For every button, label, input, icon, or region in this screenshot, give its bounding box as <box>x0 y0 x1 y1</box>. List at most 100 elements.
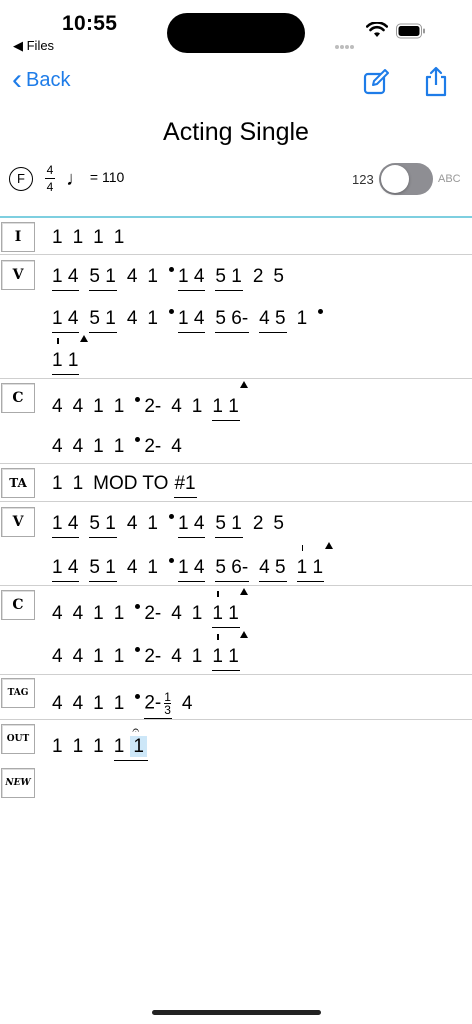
chord[interactable]: 1 <box>93 396 104 418</box>
chord-group[interactable]: 4 5 <box>259 308 287 333</box>
chord[interactable]: 4 <box>171 603 182 625</box>
chord-group[interactable]: 2- 1 3 <box>144 691 172 719</box>
chord-group[interactable]: 1 4 <box>52 557 80 582</box>
chord[interactable]: 1 <box>93 436 104 458</box>
chord-line[interactable]: 1 1 <box>52 335 89 375</box>
selected-chord[interactable]: 𝄐 1 <box>130 723 147 757</box>
chord[interactable]: 4 <box>73 646 84 668</box>
section-label-chorus[interactable]: C <box>1 383 35 413</box>
chord[interactable]: 1 <box>52 227 63 249</box>
chord[interactable]: 1 <box>114 693 125 715</box>
section-label-intro[interactable]: I <box>1 222 35 252</box>
new-section-button[interactable]: NEW <box>1 768 35 798</box>
chord[interactable]: 5 <box>273 513 284 535</box>
chord[interactable]: 2 <box>253 513 264 535</box>
chord-line[interactable]: 1 1 1 1 𝄐 1 <box>52 723 158 761</box>
chord[interactable]: 1 <box>114 436 125 458</box>
chord-group[interactable]: 5 6- <box>215 557 250 582</box>
chord[interactable]: 4 <box>52 396 63 418</box>
chord[interactable]: 5 <box>273 266 284 288</box>
compose-icon[interactable] <box>362 68 390 96</box>
chord[interactable]: 4 <box>52 693 63 715</box>
chord[interactable]: 1 <box>114 396 125 418</box>
chord-group[interactable]: 5 1 <box>89 513 117 538</box>
chord-line[interactable]: 4 4 1 1 2- 4 1 1 1 <box>52 381 250 421</box>
split-chord[interactable]: 13 <box>164 691 171 716</box>
chord[interactable]: 4 <box>171 436 182 458</box>
chord[interactable]: 4 <box>52 603 63 625</box>
section-label-turnaround[interactable]: TA <box>1 468 35 498</box>
chord[interactable]: 4 <box>127 513 138 535</box>
notation-toggle[interactable] <box>379 163 433 195</box>
chord-line[interactable]: 4 4 1 1 2- 4 1 1 1 <box>52 588 250 628</box>
chord[interactable]: 1 <box>147 266 158 288</box>
chord[interactable]: 1 <box>114 227 125 249</box>
chord-group[interactable]: 1 4 <box>52 513 80 538</box>
section-label-chorus[interactable]: C <box>1 590 35 620</box>
chord[interactable]: 4 <box>73 396 84 418</box>
chord-group[interactable]: 1 4 <box>178 266 206 291</box>
chord[interactable]: 4 <box>52 436 63 458</box>
chord-line[interactable]: 1 4 5 1 41 1 4 5 1 25 <box>52 513 294 538</box>
chord-group[interactable]: 1 4 <box>52 266 80 291</box>
chord[interactable]: 4 <box>127 557 138 579</box>
section-label-tag[interactable]: TAG <box>1 678 35 708</box>
chord[interactable]: 1 <box>93 646 104 668</box>
chord[interactable]: 2- <box>144 603 161 625</box>
chord-line[interactable]: 1 45 1411 45 6- 4 51 <box>52 308 324 333</box>
chord-group[interactable]: 5 1 <box>215 266 243 291</box>
chord[interactable]: 1 <box>73 473 84 495</box>
chord-group[interactable]: 1 4 <box>52 308 80 333</box>
chord-line[interactable]: 1111 <box>52 227 134 249</box>
chord-group[interactable]: 1 𝄐 1 <box>113 723 148 761</box>
chord[interactable]: 4 <box>182 693 193 715</box>
section-label-verse[interactable]: V <box>1 507 35 537</box>
chord[interactable]: 2- <box>144 646 161 668</box>
chord[interactable]: 4 <box>73 436 84 458</box>
back-button[interactable]: ‹ Back <box>12 65 70 95</box>
chord[interactable]: 1 <box>192 646 203 668</box>
modulation-text[interactable]: MOD TO <box>93 473 168 495</box>
chord[interactable]: 2 <box>253 266 264 288</box>
chord-line[interactable]: 1 1 MOD TO #1 <box>52 473 207 498</box>
chord[interactable]: 4 <box>52 646 63 668</box>
chord[interactable]: 1 <box>93 227 104 249</box>
chord[interactable]: 1 <box>147 513 158 535</box>
chord-group[interactable]: 4 5 <box>259 557 287 582</box>
section-label-outro[interactable]: OUT <box>1 724 35 754</box>
chord[interactable]: 1 <box>192 603 203 625</box>
chord-group[interactable]: 5 1 <box>215 513 243 538</box>
chord-line[interactable]: 4 4 1 1 2- 4 <box>52 436 192 458</box>
chord-group[interactable]: 1 1 <box>212 588 249 628</box>
chord[interactable]: 4 <box>171 646 182 668</box>
chord[interactable]: 4 <box>127 266 138 288</box>
chord[interactable]: 4 <box>73 603 84 625</box>
chord-line[interactable]: 4 4 1 1 2- 1 3 4 <box>52 691 202 719</box>
chord[interactable]: 1 <box>93 736 104 758</box>
song-title[interactable]: Acting Single <box>0 118 472 147</box>
chord-group[interactable]: 1 1 <box>52 335 88 375</box>
chord-group[interactable]: 1 1 <box>296 542 333 582</box>
chord[interactable]: 4 <box>73 693 84 715</box>
chord-group[interactable]: 5 1 <box>89 557 117 582</box>
chord[interactable]: 2- <box>144 436 161 458</box>
share-icon[interactable] <box>421 66 451 98</box>
tempo[interactable]: ♩ = 110 <box>66 168 124 191</box>
chord-group[interactable]: 5 1 <box>89 266 117 291</box>
chord[interactable]: 4 <box>127 308 138 330</box>
chord[interactable]: 1 <box>52 736 63 758</box>
chord-group[interactable]: 1 4 <box>178 308 206 333</box>
chord[interactable]: 1 <box>147 557 158 579</box>
chord-group[interactable]: 1 1 <box>212 631 249 671</box>
modulation-reference[interactable]: #1 <box>174 473 197 498</box>
chord[interactable]: 1 <box>73 227 84 249</box>
status-back-to-app[interactable]: ◀ Files <box>13 38 54 54</box>
chord[interactable]: 1 <box>52 473 63 495</box>
chord[interactable]: 4 <box>171 396 182 418</box>
chord-line[interactable]: 1 4 5 1 41 1 4 5 6- 4 5 1 1 <box>52 542 334 582</box>
chord[interactable]: 1 <box>73 736 84 758</box>
chord[interactable]: 1 <box>147 308 158 330</box>
time-signature[interactable]: 4 4 <box>45 163 55 194</box>
chord[interactable]: 1 <box>114 646 125 668</box>
chord[interactable]: 1 <box>192 396 203 418</box>
